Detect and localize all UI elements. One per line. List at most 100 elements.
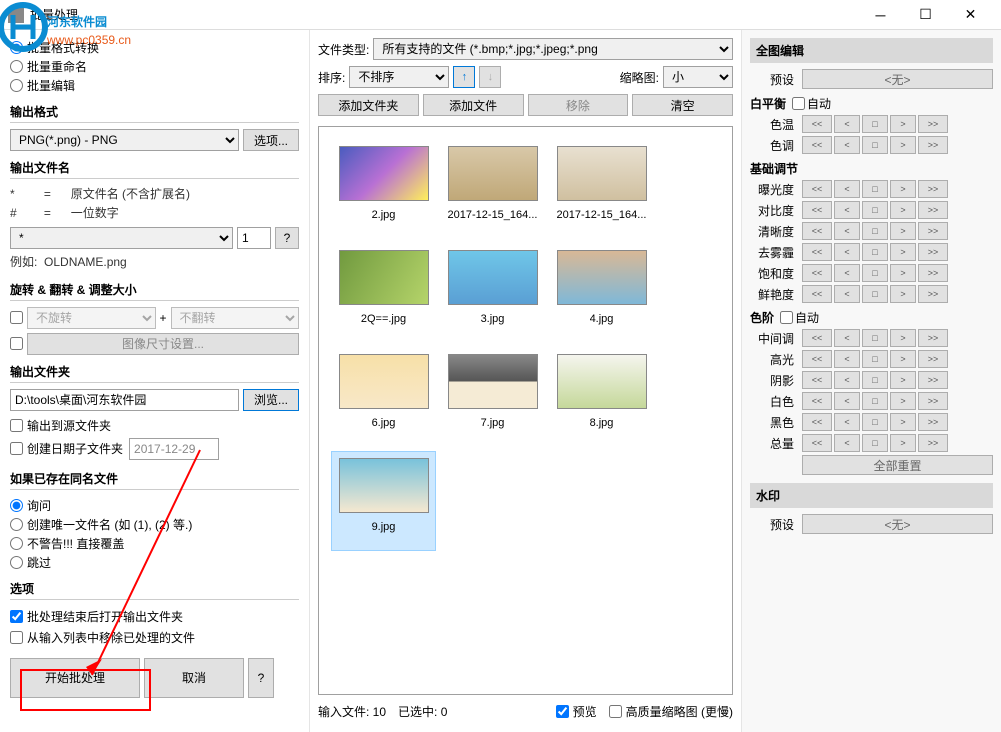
contrast-l[interactable]: < [834, 201, 860, 219]
shadow-rr[interactable]: >> [918, 371, 948, 389]
thumbnail-item[interactable]: 2Q==.jpg [331, 243, 436, 343]
mode-rename-radio[interactable] [10, 60, 23, 73]
mid-l[interactable]: < [834, 329, 860, 347]
exposure-c[interactable]: □ [862, 180, 888, 198]
preset-button[interactable]: <无> [802, 69, 993, 89]
mid-r[interactable]: > [890, 329, 916, 347]
sort-asc-button[interactable]: ↑ [453, 66, 475, 88]
levels-auto-checkbox[interactable] [780, 311, 793, 324]
filetype-select[interactable]: 所有支持的文件 (*.bmp;*.jpg;*.jpeg;*.png [373, 38, 733, 60]
exposure-rr[interactable]: >> [918, 180, 948, 198]
saturation-r[interactable]: > [890, 264, 916, 282]
black-r[interactable]: > [890, 413, 916, 431]
exposure-r[interactable]: > [890, 180, 916, 198]
mode-edit-radio[interactable] [10, 79, 23, 92]
total-c[interactable]: □ [862, 434, 888, 452]
white-c[interactable]: □ [862, 392, 888, 410]
white-r[interactable]: > [890, 392, 916, 410]
reset-all-button[interactable]: 全部重置 [802, 455, 993, 475]
filename-number-input[interactable] [237, 227, 271, 249]
clarity-r[interactable]: > [890, 222, 916, 240]
thumbnail-item[interactable]: 4.jpg [549, 243, 654, 343]
mid-c[interactable]: □ [862, 329, 888, 347]
highlight-rr[interactable]: >> [918, 350, 948, 368]
black-rr[interactable]: >> [918, 413, 948, 431]
resize-checkbox[interactable] [10, 337, 23, 350]
shadow-r[interactable]: > [890, 371, 916, 389]
contrast-r[interactable]: > [890, 201, 916, 219]
thumbnail-item[interactable]: 8.jpg [549, 347, 654, 447]
total-l[interactable]: < [834, 434, 860, 452]
start-batch-button[interactable]: 开始批处理 [10, 658, 140, 698]
highlight-r[interactable]: > [890, 350, 916, 368]
date-folder-checkbox[interactable] [10, 442, 23, 455]
total-r[interactable]: > [890, 434, 916, 452]
exposure-l[interactable]: < [834, 180, 860, 198]
thumbnail-item[interactable]: 7.jpg [440, 347, 545, 447]
add-file-button[interactable]: 添加文件 [423, 94, 524, 116]
vibrance-c[interactable]: □ [862, 285, 888, 303]
clarity-ll[interactable]: << [802, 222, 832, 240]
tint-ll[interactable]: << [802, 136, 832, 154]
shadow-c[interactable]: □ [862, 371, 888, 389]
clarity-rr[interactable]: >> [918, 222, 948, 240]
thumbnail-grid[interactable]: 2.jpg 2017-12-15_164... 2017-12-15_164..… [318, 126, 733, 695]
dehaze-c[interactable]: □ [862, 243, 888, 261]
shadow-l[interactable]: < [834, 371, 860, 389]
wm-preset-button[interactable]: <无> [802, 514, 993, 534]
remove-button[interactable]: 移除 [528, 94, 629, 116]
exposure-ll[interactable]: << [802, 180, 832, 198]
total-ll[interactable]: << [802, 434, 832, 452]
white-l[interactable]: < [834, 392, 860, 410]
highlight-l[interactable]: < [834, 350, 860, 368]
black-l[interactable]: < [834, 413, 860, 431]
saturation-ll[interactable]: << [802, 264, 832, 282]
maximize-button[interactable]: ☐ [903, 0, 948, 30]
tint-rr[interactable]: >> [918, 136, 948, 154]
mode-convert-radio[interactable] [10, 41, 23, 54]
saturation-c[interactable]: □ [862, 264, 888, 282]
temp-ll[interactable]: << [802, 115, 832, 133]
dehaze-r[interactable]: > [890, 243, 916, 261]
mid-ll[interactable]: << [802, 329, 832, 347]
vibrance-rr[interactable]: >> [918, 285, 948, 303]
exists-skip-radio[interactable] [10, 556, 23, 569]
add-folder-button[interactable]: 添加文件夹 [318, 94, 419, 116]
shadow-ll[interactable]: << [802, 371, 832, 389]
output-to-source-checkbox[interactable] [10, 419, 23, 432]
sort-select[interactable]: 不排序 [349, 66, 449, 88]
contrast-ll[interactable]: << [802, 201, 832, 219]
clear-button[interactable]: 清空 [632, 94, 733, 116]
dehaze-l[interactable]: < [834, 243, 860, 261]
white-rr[interactable]: >> [918, 392, 948, 410]
temp-r[interactable]: > [890, 115, 916, 133]
hq-thumb-checkbox[interactable] [609, 705, 622, 718]
temp-rr[interactable]: >> [918, 115, 948, 133]
contrast-c[interactable]: □ [862, 201, 888, 219]
wb-auto-checkbox[interactable] [792, 97, 805, 110]
clarity-c[interactable]: □ [862, 222, 888, 240]
saturation-l[interactable]: < [834, 264, 860, 282]
saturation-rr[interactable]: >> [918, 264, 948, 282]
thumbnail-item[interactable]: 2017-12-15_164... [440, 139, 545, 239]
sort-desc-button[interactable]: ↓ [479, 66, 501, 88]
open-after-checkbox[interactable] [10, 610, 23, 623]
rotate-checkbox[interactable] [10, 311, 23, 324]
resize-settings-button[interactable]: 图像尺寸设置... [27, 333, 299, 355]
thumb-size-select[interactable]: 小 [663, 66, 733, 88]
black-ll[interactable]: << [802, 413, 832, 431]
vibrance-l[interactable]: < [834, 285, 860, 303]
rotate-select[interactable]: 不旋转 [27, 307, 156, 329]
flip-select[interactable]: 不翻转 [171, 307, 300, 329]
temp-c[interactable]: □ [862, 115, 888, 133]
mid-rr[interactable]: >> [918, 329, 948, 347]
close-button[interactable]: ✕ [948, 0, 993, 30]
thumbnail-item[interactable]: 9.jpg [331, 451, 436, 551]
contrast-rr[interactable]: >> [918, 201, 948, 219]
exists-unique-radio[interactable] [10, 518, 23, 531]
tint-r[interactable]: > [890, 136, 916, 154]
total-rr[interactable]: >> [918, 434, 948, 452]
filename-pattern-select[interactable]: * [10, 227, 233, 249]
browse-button[interactable]: 浏览... [243, 389, 299, 411]
black-c[interactable]: □ [862, 413, 888, 431]
